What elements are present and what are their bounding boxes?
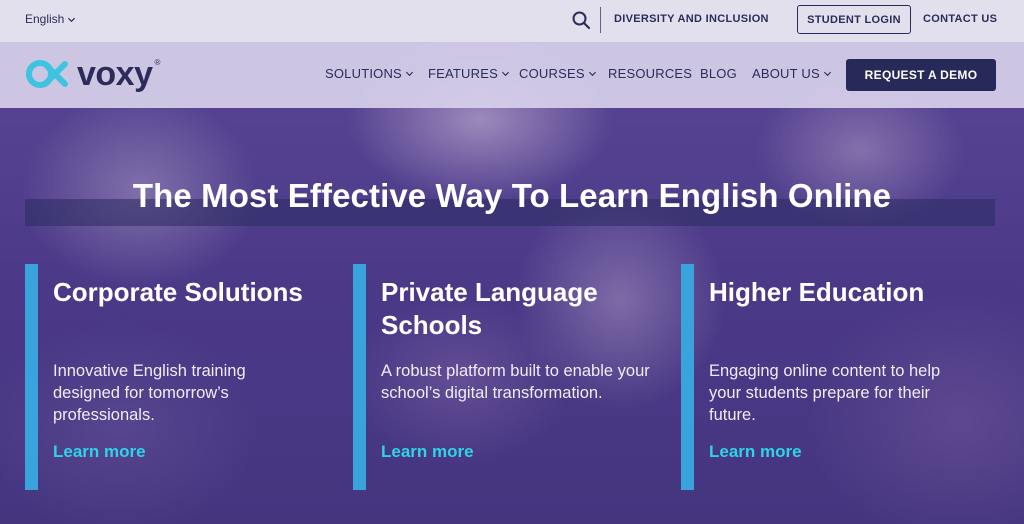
- voxy-logo[interactable]: voxy ®: [25, 56, 162, 92]
- chevron-down-icon: [588, 71, 596, 77]
- chevron-down-icon: [405, 71, 413, 77]
- nav-label: ABOUT US: [752, 66, 820, 81]
- card-title: Corporate Solutions: [53, 277, 303, 307]
- card-description: A robust platform built to enable your s…: [381, 362, 650, 402]
- card-accent-bar: [25, 264, 38, 490]
- card-higher-education: Higher Education Engaging online content…: [681, 264, 981, 490]
- language-selector[interactable]: English: [25, 12, 76, 26]
- learn-more-link[interactable]: Learn more: [53, 442, 146, 462]
- nav-label: SOLUTIONS: [325, 66, 402, 81]
- card-corporate-solutions: Corporate Solutions Innovative English t…: [25, 264, 325, 490]
- nav-resources[interactable]: RESOURCES: [608, 66, 692, 81]
- card-title: Private Language Schools: [381, 277, 598, 340]
- utility-divider: [600, 7, 601, 33]
- main-navigation: voxy ® SOLUTIONS FEATURES COURSES RESOUR…: [0, 42, 1024, 108]
- nav-label: RESOURCES: [608, 66, 693, 81]
- chevron-down-icon: [501, 71, 510, 77]
- card-description: Engaging online content to help your stu…: [709, 362, 941, 424]
- hero-headline: The Most Effective Way To Learn English …: [132, 177, 892, 214]
- chevron-down-icon: [68, 17, 76, 22]
- nav-label: COURSES: [519, 66, 585, 81]
- language-label: English: [25, 12, 65, 26]
- chevron-down-icon: [823, 71, 831, 77]
- card-description: Innovative English training designed for…: [53, 362, 246, 424]
- brand-name: voxy: [77, 55, 153, 93]
- nav-label: BLOG: [700, 66, 737, 81]
- nav-about-us[interactable]: ABOUT US: [752, 66, 832, 81]
- card-accent-bar: [353, 264, 366, 490]
- request-demo-button[interactable]: REQUEST A DEMO: [846, 59, 996, 91]
- nav-label: FEATURES: [428, 66, 498, 81]
- nav-blog[interactable]: BLOG: [700, 66, 737, 81]
- card-accent-bar: [681, 264, 694, 490]
- nav-solutions[interactable]: SOLUTIONS: [325, 66, 414, 81]
- voxy-logo-icon: [26, 60, 68, 88]
- learn-more-link[interactable]: Learn more: [381, 442, 474, 462]
- student-login-button[interactable]: STUDENT LOGIN: [797, 5, 911, 34]
- nav-features[interactable]: FEATURES: [428, 66, 510, 81]
- card-title: Higher Education: [709, 277, 925, 307]
- contact-us-link[interactable]: CONTACT US: [923, 13, 997, 25]
- diversity-inclusion-link[interactable]: DIVERSITY AND INCLUSION: [614, 13, 769, 25]
- learn-more-link[interactable]: Learn more: [709, 442, 802, 462]
- registered-mark: ®: [154, 57, 161, 67]
- utility-bar: English DIVERSITY AND INCLUSION STUDENT …: [0, 0, 1024, 42]
- card-private-language-schools: Private Language Schools A robust platfo…: [353, 264, 653, 490]
- search-icon[interactable]: [570, 9, 592, 31]
- nav-courses[interactable]: COURSES: [519, 66, 597, 81]
